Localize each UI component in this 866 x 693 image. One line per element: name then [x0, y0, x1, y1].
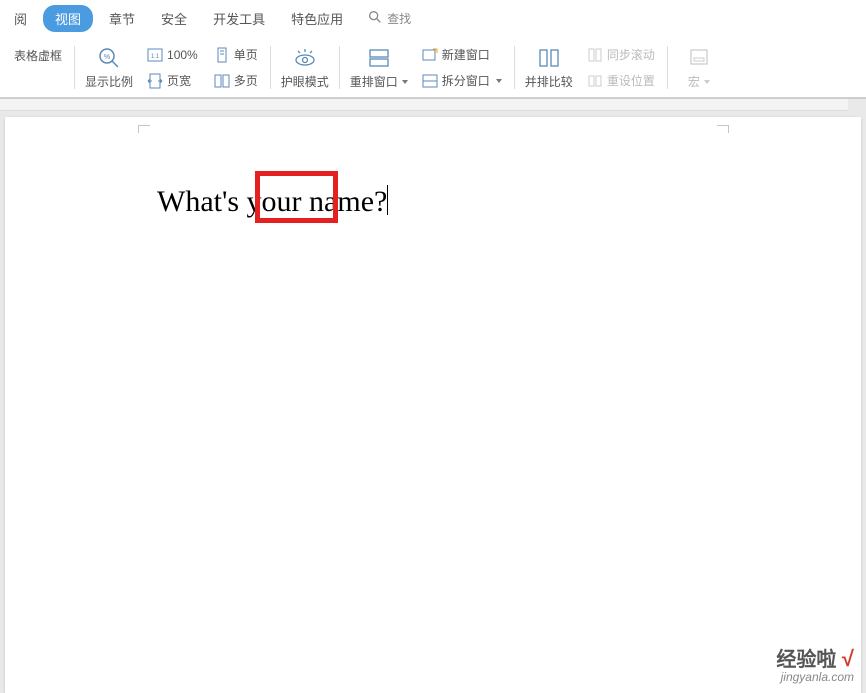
menu-item-chapter[interactable]: 章节 — [99, 3, 145, 34]
eye-care-label: 护眼模式 — [281, 73, 329, 90]
horizontal-ruler — [0, 99, 848, 111]
search-box[interactable]: 查找 — [367, 9, 411, 28]
zoom-ratio-button[interactable]: % 显示比例 — [79, 40, 139, 95]
svg-text:%: % — [104, 54, 110, 61]
zoom-ratio-label: 显示比例 — [85, 73, 133, 90]
macro-icon — [686, 45, 712, 71]
table-frame-checkbox[interactable]: 表格虚框 — [6, 44, 66, 66]
menu-item-review[interactable]: 阅 — [4, 3, 37, 34]
multi-page-icon — [214, 73, 230, 89]
rearrange-label: 重排窗口 — [350, 73, 398, 90]
watermark: 经验啦 √ jingyanla.com — [776, 647, 854, 684]
magnifier-icon: % — [96, 45, 122, 71]
single-page-button[interactable]: 单页 — [210, 44, 262, 66]
zoom-100-button[interactable]: 1:1 100% — [143, 44, 202, 66]
document-text[interactable]: What's your name? — [157, 185, 388, 219]
check-icon: √ — [842, 646, 854, 671]
menu-item-devtools[interactable]: 开发工具 — [203, 3, 275, 34]
side-by-side-label: 并排比较 — [525, 73, 573, 90]
ratio-icon: 1:1 — [147, 47, 163, 63]
new-window-button[interactable]: 新建窗口 — [418, 44, 506, 66]
new-window-label: 新建窗口 — [442, 46, 490, 63]
sync-scroll-icon — [587, 47, 603, 63]
document-page[interactable]: What's your name? — [5, 117, 861, 693]
svg-text:1:1: 1:1 — [151, 54, 160, 60]
page-width-button[interactable]: 页宽 — [143, 70, 202, 92]
split-window-icon — [422, 73, 438, 89]
document-area: What's your name? — [0, 99, 866, 693]
margin-marker-left — [138, 125, 150, 133]
reset-position-label: 重设位置 — [607, 72, 655, 89]
table-frame-label: 表格虚框 — [14, 47, 62, 64]
side-by-side-icon — [536, 45, 562, 71]
macro-button: 宏 — [672, 40, 726, 95]
search-icon — [367, 9, 383, 28]
search-label: 查找 — [387, 10, 411, 27]
single-page-icon — [214, 47, 230, 63]
page-width-label: 页宽 — [167, 72, 191, 89]
watermark-brand: 经验啦 — [776, 649, 836, 671]
text-after: name? — [302, 185, 388, 218]
sync-scroll-label: 同步滚动 — [607, 46, 655, 63]
split-window-label: 拆分窗口 — [442, 72, 490, 89]
multi-page-button[interactable]: 多页 — [210, 70, 262, 92]
menu-item-special[interactable]: 特色应用 — [281, 3, 353, 34]
new-window-icon — [422, 47, 438, 63]
chevron-down-icon — [402, 80, 408, 84]
menu-item-security[interactable]: 安全 — [151, 3, 197, 34]
side-by-side-button[interactable]: 并排比较 — [519, 40, 579, 95]
text-cursor — [387, 185, 388, 215]
multi-page-label: 多页 — [234, 72, 258, 89]
ribbon: 表格虚框 % 显示比例 1:1 100% 页宽 单页 — [0, 36, 866, 98]
reset-position-button: 重设位置 — [583, 70, 659, 92]
rearrange-window-button[interactable]: 重排窗口 — [344, 40, 414, 95]
chevron-down-icon — [704, 80, 710, 84]
rearrange-icon — [366, 45, 392, 71]
page-width-icon — [147, 73, 163, 89]
eye-icon — [292, 45, 318, 71]
single-page-label: 单页 — [234, 46, 258, 63]
menu-item-view[interactable]: 视图 — [43, 5, 93, 32]
text-highlighted: your — [247, 185, 302, 218]
menu-bar: 阅 视图 章节 安全 开发工具 特色应用 查找 — [0, 0, 866, 36]
split-window-button[interactable]: 拆分窗口 — [418, 70, 506, 92]
macro-label: 宏 — [688, 73, 700, 90]
sync-scroll-button: 同步滚动 — [583, 44, 659, 66]
watermark-url: jingyanla.com — [776, 671, 854, 684]
margin-marker-right — [717, 125, 729, 133]
chevron-down-icon — [496, 79, 502, 83]
eye-care-button[interactable]: 护眼模式 — [275, 40, 335, 95]
reset-position-icon — [587, 73, 603, 89]
text-before: What's — [157, 185, 247, 218]
zoom-100-label: 100% — [167, 48, 198, 62]
